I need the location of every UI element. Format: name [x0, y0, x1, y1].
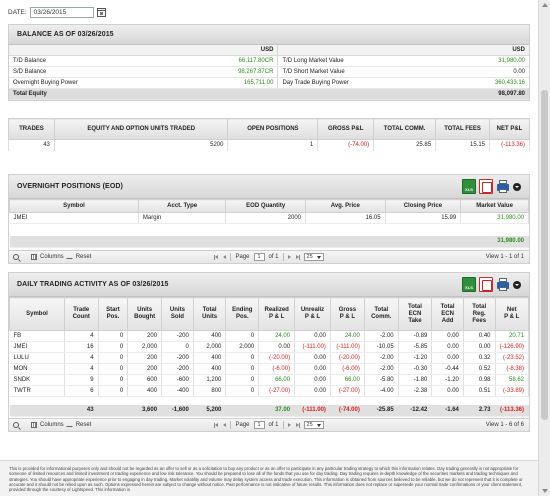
overnight-toolbar: XLS — [462, 179, 521, 194]
next-page-icon[interactable] — [287, 254, 292, 260]
overnight-pager: Columns Reset Page 1 of 1 25 View 1 - 1 … — [9, 250, 529, 263]
col-closing-price[interactable]: Closing Price — [384, 199, 462, 213]
overnight-total-row: 31,980.00 — [9, 235, 529, 248]
total-equity-value: 98,097.80 — [417, 87, 529, 100]
daily-pager: Columns Reset Page 1 of 1 25 View 1 - 6 … — [9, 418, 529, 431]
daily-col-header[interactable]: Gross P & L — [329, 297, 365, 331]
currency-right: USD — [417, 45, 529, 56]
summary-table: TRADES EQUITY AND OPTION UNITS TRADED OP… — [8, 118, 530, 151]
collapse-icon[interactable] — [513, 182, 521, 191]
daily-col-header[interactable]: Ending Pos. — [225, 297, 260, 331]
balance-row: S/D Balance 98,267.87CR T/D Short Market… — [9, 66, 529, 78]
daily-col-header[interactable]: Symbol — [9, 297, 65, 331]
summary-panel: TRADES EQUITY AND OPTION UNITS TRADED OP… — [8, 118, 530, 151]
table-row[interactable]: MON 4 0 200 -200 400 0 (-6.00) 0.00 (-6.00) -2.00-… — [9, 363, 529, 375]
table-row[interactable]: JMEI Margin 2000 16.05 15.99 31,980.00 — [9, 212, 529, 224]
scroll-thumb[interactable] — [541, 90, 548, 420]
overnight-total: 31,980.00 — [460, 235, 529, 248]
balance-panel: BALANCE AS OF 03/26/2015 USD USD T/D Bal… — [8, 24, 530, 101]
last-page-icon[interactable] — [295, 422, 300, 428]
table-row[interactable]: FB 4 0 200 -200 400 0 24.00 0.00 24.00 -2.00 -0.89 0… — [9, 330, 529, 342]
print-icon[interactable] — [496, 179, 510, 194]
daily-activity-panel: DAILY TRADING ACTIVITY AS OF 03/26/2015 … — [8, 272, 530, 432]
table-row[interactable]: TWTR 6 0 400 -400 800 0 (-27.00) 0.00 (-27.00) -4.… — [9, 385, 529, 397]
col-acct-type[interactable]: Acct. Type — [137, 199, 227, 213]
statement-page: DATE: 03/26/2015 BALANCE AS OF 03/26/201… — [0, 0, 538, 496]
daily-col-header[interactable]: Net P & L — [494, 297, 529, 331]
daily-toolbar: XLS — [462, 277, 521, 292]
page-input[interactable]: 1 — [253, 253, 265, 261]
last-page-icon[interactable] — [295, 254, 300, 260]
daily-col-header[interactable]: Units Sold — [161, 297, 194, 331]
balance-table: USD USD T/D Balance 66,117.80CR T/D Long… — [9, 45, 529, 100]
col-market-value[interactable]: Market Value — [460, 199, 529, 213]
daily-total-row: 43 3,600 -1,600 5,200 37.00 (-111.00) (-74.00)… — [9, 404, 529, 417]
export-excel-icon[interactable]: XLS — [462, 179, 476, 194]
view-count: View 1 - 6 of 6 — [485, 422, 524, 428]
export-pdf-icon[interactable] — [479, 277, 493, 292]
balance-title: BALANCE AS OF 03/26/2015 — [9, 25, 529, 45]
scroll-down-icon[interactable] — [542, 489, 548, 493]
date-input[interactable]: 03/26/2015 — [29, 6, 94, 18]
summary-row: 43 5200 1 (-74.00) 25.85 15.15 (-113.36) — [8, 139, 530, 151]
view-count: View 1 - 1 of 1 — [485, 254, 524, 260]
overnight-title: OVERNIGHT POSITIONS (EOD) — [17, 183, 123, 190]
table-row[interactable]: LULU 4 0 200 -200 400 0 (-20.00) 0.00 (-20.00) -2.… — [9, 352, 529, 364]
scroll-up-icon[interactable] — [542, 3, 548, 7]
daily-col-header[interactable]: Total Units — [192, 297, 227, 331]
daily-col-header[interactable]: Total Comm. — [363, 297, 399, 331]
first-page-icon[interactable] — [214, 254, 219, 260]
total-equity-label: Total Equity — [9, 87, 134, 100]
daily-col-header[interactable]: Total ECN Take — [397, 297, 433, 331]
col-avg-price[interactable]: Avg. Price — [305, 199, 386, 213]
balance-row: T/D Balance 66,117.80CR T/D Long Market … — [9, 55, 529, 67]
total-equity-row: Total Equity 98,097.80 — [9, 87, 529, 100]
currency-left: USD — [133, 45, 278, 56]
daily-col-header[interactable]: Start Pos. — [97, 297, 129, 331]
rows-per-page-select[interactable]: 25 — [303, 421, 324, 429]
prev-page-icon[interactable] — [222, 422, 227, 428]
page-input[interactable]: 1 — [253, 421, 265, 429]
daily-activity-table: Symbol Trade Count Start Pos. Units Bought Unit… — [9, 297, 529, 417]
table-row[interactable]: JMEI 16 0 2,000 0 2,000 2,000 0.00 (-111.00) (-11… — [9, 341, 529, 353]
overnight-table: Symbol Acct. Type EOD Quantity Avg. Pric… — [9, 199, 529, 248]
daily-col-header[interactable]: Unrealiz P & L — [294, 297, 331, 331]
overnight-panel: OVERNIGHT POSITIONS (EOD) XLS Symbol Acc… — [8, 174, 530, 264]
table-row[interactable]: SNDK 9 0 600 -600 1,200 0 66.00 0.00 66.00 -5.80 -1… — [9, 374, 529, 386]
date-filter: DATE: 03/26/2015 — [8, 6, 106, 18]
daily-col-header[interactable]: Trade Count — [63, 297, 99, 331]
collapse-icon[interactable] — [513, 280, 521, 289]
next-page-icon[interactable] — [287, 422, 292, 428]
calendar-icon[interactable] — [96, 7, 106, 17]
daily-col-header[interactable]: Total Reg. Fees — [462, 297, 496, 331]
daily-title: DAILY TRADING ACTIVITY AS OF 03/26/2015 — [17, 281, 169, 288]
prev-page-icon[interactable] — [222, 254, 227, 260]
export-excel-icon[interactable]: XLS — [462, 277, 476, 292]
daily-col-header[interactable]: Total ECN Add — [431, 297, 464, 331]
daily-col-header[interactable]: Realized P & L — [258, 297, 296, 331]
disclaimer-text: This is provided for informational purpo… — [0, 460, 538, 496]
print-icon[interactable] — [496, 277, 510, 292]
col-symbol[interactable]: Symbol — [9, 199, 139, 213]
vertical-scrollbar[interactable] — [538, 0, 550, 496]
export-pdf-icon[interactable] — [479, 179, 493, 194]
col-eod-qty[interactable]: EOD Quantity — [225, 199, 306, 213]
rows-per-page-select[interactable]: 25 — [303, 253, 324, 261]
date-label: DATE: — [8, 8, 27, 16]
balance-row: Overnight Buying Power 165,711.00 Day Tr… — [9, 77, 529, 89]
daily-col-header[interactable]: Units Bought — [127, 297, 163, 331]
first-page-icon[interactable] — [214, 422, 219, 428]
